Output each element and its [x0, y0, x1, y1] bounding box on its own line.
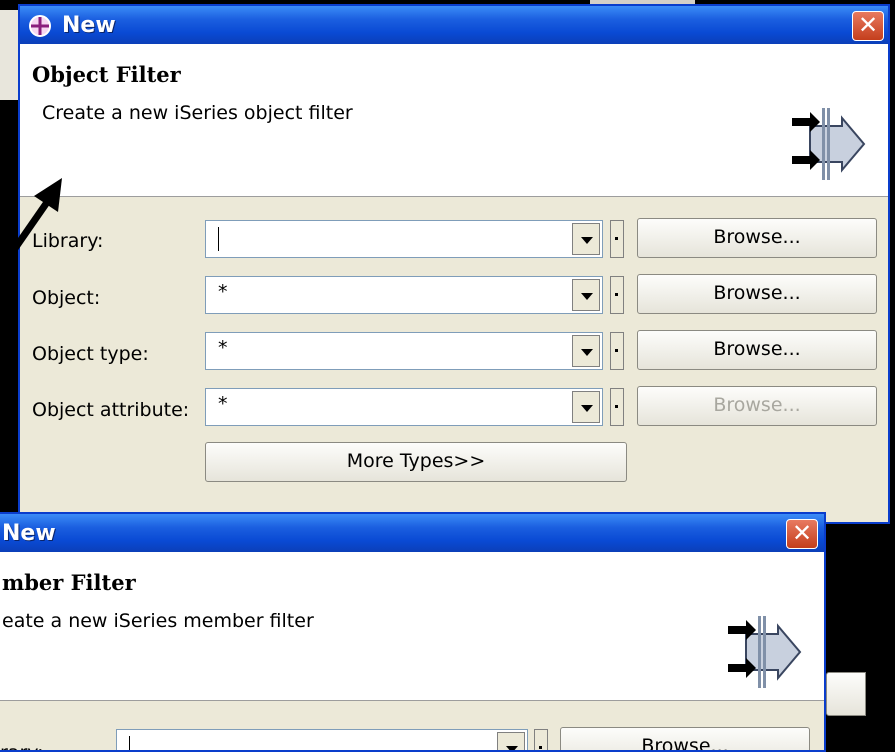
- object-attribute-history-button[interactable]: [610, 388, 624, 426]
- wizard-header: Object Filter Create a new iSeries objec…: [20, 44, 888, 197]
- more-types-button[interactable]: More Types>>: [205, 442, 627, 482]
- page-title: Object Filter: [32, 62, 181, 87]
- object-label: Object:: [32, 287, 101, 309]
- object-type-browse-button[interactable]: Browse...: [637, 330, 877, 370]
- title-bar[interactable]: New ✕: [20, 6, 888, 44]
- object-type-label: Object type:: [32, 343, 149, 365]
- page-description: Create a new iSeries object filter: [42, 102, 353, 124]
- new-object-filter-dialog: New ✕ Object Filter Create a new iSeries…: [18, 4, 890, 524]
- library-combobox[interactable]: [116, 729, 528, 750]
- filter-wizard-arrow-icon: [792, 108, 866, 180]
- close-button[interactable]: ✕: [852, 11, 884, 41]
- object-type-combobox[interactable]: *: [205, 332, 603, 370]
- library-browse-button[interactable]: Browse...: [560, 727, 810, 750]
- new-wizard-icon: [29, 15, 51, 37]
- object-attribute-browse-button: Browse...: [637, 386, 877, 426]
- object-attribute-dropdown-button[interactable]: [572, 391, 600, 423]
- library-dropdown-button[interactable]: [572, 223, 600, 255]
- partial-bottom-button[interactable]: [826, 672, 866, 716]
- dialog-title: New: [2, 521, 56, 546]
- library-history-button[interactable]: [534, 729, 548, 750]
- library-browse-button[interactable]: Browse...: [637, 218, 877, 258]
- close-button[interactable]: ✕: [786, 519, 818, 549]
- library-history-button[interactable]: [610, 220, 624, 258]
- object-attribute-combobox[interactable]: *: [205, 388, 603, 426]
- page-title: mber Filter: [2, 570, 136, 595]
- library-combobox[interactable]: [205, 220, 603, 258]
- object-attribute-label: Object attribute:: [32, 399, 190, 421]
- filter-wizard-arrow-icon: [728, 616, 802, 688]
- object-type-history-button[interactable]: [610, 332, 624, 370]
- library-label: rary:: [0, 742, 44, 750]
- text-cursor: [218, 227, 219, 251]
- text-cursor: [129, 736, 130, 750]
- object-browse-button[interactable]: Browse...: [637, 274, 877, 314]
- dialog-title: New: [62, 13, 116, 38]
- background-window-left: [0, 10, 20, 100]
- pointer-arrow-annotation: [0, 178, 62, 272]
- new-member-filter-dialog: New ✕ mber Filter eate a new iSeries mem…: [0, 512, 826, 752]
- page-description: eate a new iSeries member filter: [2, 610, 314, 632]
- title-bar[interactable]: New ✕: [0, 514, 824, 552]
- object-type-dropdown-button[interactable]: [572, 335, 600, 367]
- library-dropdown-button[interactable]: [497, 732, 525, 750]
- object-combobox[interactable]: *: [205, 276, 603, 314]
- object-dropdown-button[interactable]: [572, 279, 600, 311]
- wizard-header: mber Filter eate a new iSeries member fi…: [0, 552, 824, 701]
- object-history-button[interactable]: [610, 276, 624, 314]
